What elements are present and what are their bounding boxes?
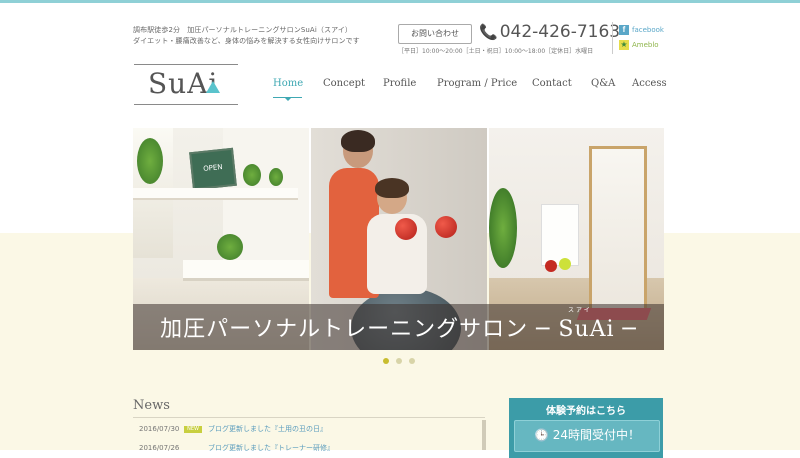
booking-button-text: 24時間受付中！ bbox=[552, 428, 641, 442]
business-hours: ［平日］10:00～20:00［土日・祝日］10:00～18:00［定休日］水曜… bbox=[398, 48, 594, 55]
news-item[interactable]: 2016/07/26 ブログ更新しました『トレーナー研修』 bbox=[139, 443, 334, 453]
photo-plant bbox=[243, 164, 261, 186]
news-scrollbar[interactable] bbox=[482, 420, 486, 450]
ameblo-label: Ameblo bbox=[632, 41, 659, 49]
news-date: 2016/07/26 bbox=[139, 444, 180, 452]
header-tagline: 調布駅徒歩2分 加圧パーソナルトレーニングサロンSuAi（スアイ） ダイエット・… bbox=[133, 25, 360, 47]
slider-pagination bbox=[383, 358, 415, 364]
photo-shelf bbox=[133, 188, 298, 200]
photo-mirror bbox=[589, 146, 647, 312]
ameblo-link[interactable]: ★ Ameblo bbox=[619, 40, 659, 50]
logo-rule-bottom bbox=[134, 104, 238, 105]
logo-triangle-icon bbox=[206, 81, 220, 93]
tagline-line-2: ダイエット・腰痛改善など、身体の悩みを解決する女性向けサロンです bbox=[133, 37, 360, 45]
photo-table bbox=[183, 260, 309, 281]
nav-active-indicator-icon bbox=[285, 98, 291, 101]
nav-qa[interactable]: Q&A bbox=[591, 78, 615, 89]
photo-shelf bbox=[541, 204, 579, 266]
photo-open-sign: OPEN bbox=[189, 147, 237, 191]
top-accent-bar bbox=[0, 0, 800, 3]
hero-title: 加圧パーソナルトレーニングサロン ─ SuAi ─ bbox=[160, 317, 637, 342]
phone-number[interactable]: 📞 042-426-7163 bbox=[479, 22, 620, 42]
booking-button-label: 🕒 24時間受付中！ bbox=[533, 428, 641, 442]
phone-text: 042-426-7163 bbox=[499, 22, 621, 42]
logo-rule-top bbox=[134, 64, 238, 65]
facebook-icon: f bbox=[619, 25, 629, 35]
phone-icon: 📞 bbox=[479, 23, 498, 41]
nav-home[interactable]: Home bbox=[273, 78, 303, 89]
ameblo-icon: ★ bbox=[619, 40, 629, 50]
slider-dot-2[interactable] bbox=[396, 358, 402, 364]
news-heading: News bbox=[133, 398, 170, 413]
booking-button[interactable]: 🕒 24時間受付中！ bbox=[514, 420, 660, 452]
photo-ball bbox=[559, 258, 571, 270]
facebook-link[interactable]: f facebook bbox=[619, 25, 664, 35]
news-new-badge: NEW bbox=[184, 425, 202, 433]
news-link[interactable]: ブログ更新しました『土用の丑の日』 bbox=[208, 424, 327, 434]
nav-program-price[interactable]: Program / Price bbox=[437, 78, 517, 89]
hero-slider[interactable]: OPEN スアイ 加圧パーソナルトレーニングサロン ─ SuAi ─ bbox=[133, 128, 664, 350]
photo-ball bbox=[545, 260, 557, 272]
nav-profile[interactable]: Profile bbox=[383, 78, 416, 89]
nav-access[interactable]: Access bbox=[632, 78, 667, 89]
photo-medicine-ball bbox=[395, 218, 417, 240]
news-date: 2016/07/30 bbox=[139, 425, 180, 433]
photo-plant bbox=[217, 234, 243, 260]
nav-concept[interactable]: Concept bbox=[323, 78, 365, 89]
facebook-label: facebook bbox=[632, 26, 664, 34]
photo-trainer-hair bbox=[341, 130, 375, 152]
booking-panel[interactable]: 体験予約はこちら 🕒 24時間受付中！ bbox=[509, 398, 663, 458]
photo-plant bbox=[489, 188, 517, 268]
slider-dot-1[interactable] bbox=[383, 358, 389, 364]
site-logo[interactable]: SuAi bbox=[134, 64, 238, 105]
photo-plant bbox=[269, 168, 283, 186]
slider-dot-3[interactable] bbox=[409, 358, 415, 364]
nav-contact[interactable]: Contact bbox=[532, 78, 572, 89]
photo-plant bbox=[137, 138, 163, 184]
news-divider bbox=[133, 417, 485, 418]
contact-button[interactable]: お問い合わせ bbox=[398, 24, 472, 44]
news-link[interactable]: ブログ更新しました『トレーナー研修』 bbox=[208, 443, 334, 453]
photo-client-hair bbox=[375, 178, 409, 198]
photo-medicine-ball bbox=[435, 216, 457, 238]
booking-title: 体験予約はこちら bbox=[546, 406, 626, 417]
tagline-line-1: 調布駅徒歩2分 加圧パーソナルトレーニングサロンSuAi（スアイ） bbox=[133, 26, 353, 34]
social-divider bbox=[612, 22, 613, 54]
news-item[interactable]: 2016/07/30 NEW ブログ更新しました『土用の丑の日』 bbox=[139, 424, 327, 434]
